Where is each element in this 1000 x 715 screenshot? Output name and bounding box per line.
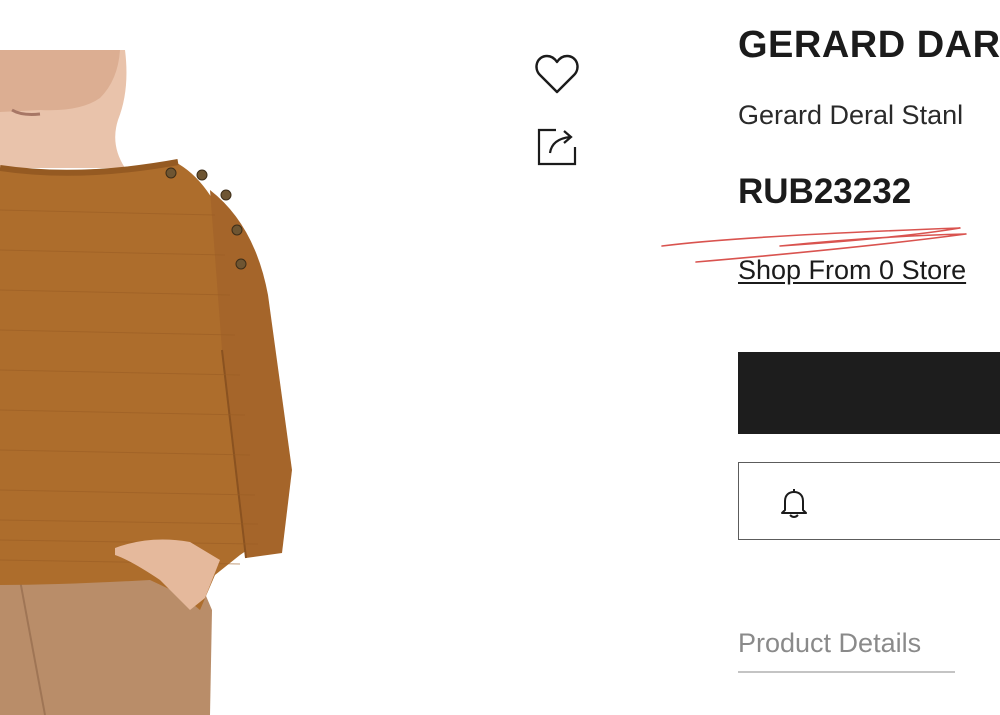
product-image (0, 50, 300, 715)
tab-underline (738, 671, 955, 673)
bell-icon (779, 486, 809, 521)
product-price: RUB23232 (738, 172, 912, 211)
notify-button[interactable] (738, 462, 1000, 540)
tab-product-details[interactable]: Product Details (738, 628, 921, 659)
share-button[interactable] (533, 124, 581, 172)
wishlist-button[interactable] (533, 52, 581, 100)
primary-action-button[interactable] (738, 352, 1000, 434)
product-name: Gerard Deral Stanl (738, 100, 964, 130)
shop-stores-link[interactable]: Shop From 0 Store (738, 255, 966, 286)
brand-name: GERARD DAR (738, 24, 1000, 66)
share-icon (536, 125, 578, 172)
heart-icon (534, 52, 580, 101)
